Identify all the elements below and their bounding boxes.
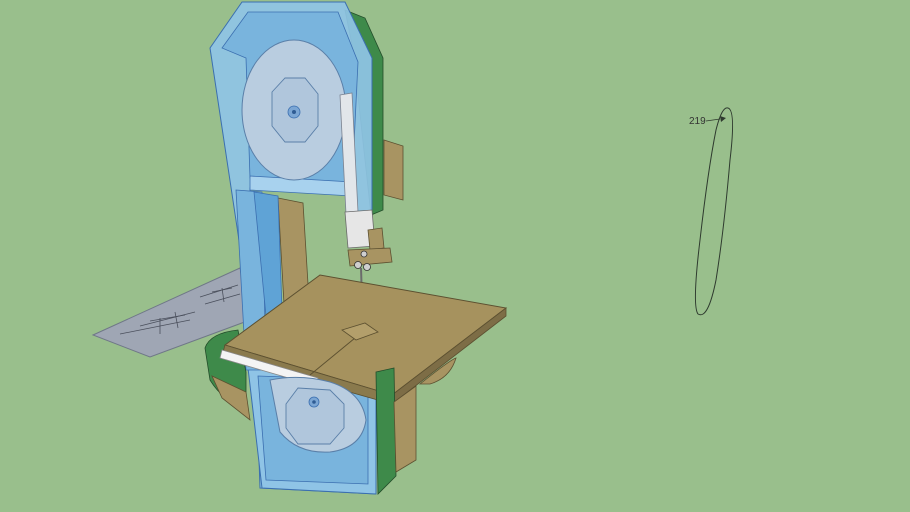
dimension-label[interactable]: 219 — [689, 116, 706, 127]
dimension-callout[interactable]: 219 — [689, 107, 734, 316]
modeling-viewport[interactable]: 219 — [0, 0, 910, 512]
upper-wheel[interactable] — [241, 39, 347, 181]
scene-canvas[interactable]: 219 — [0, 0, 910, 512]
